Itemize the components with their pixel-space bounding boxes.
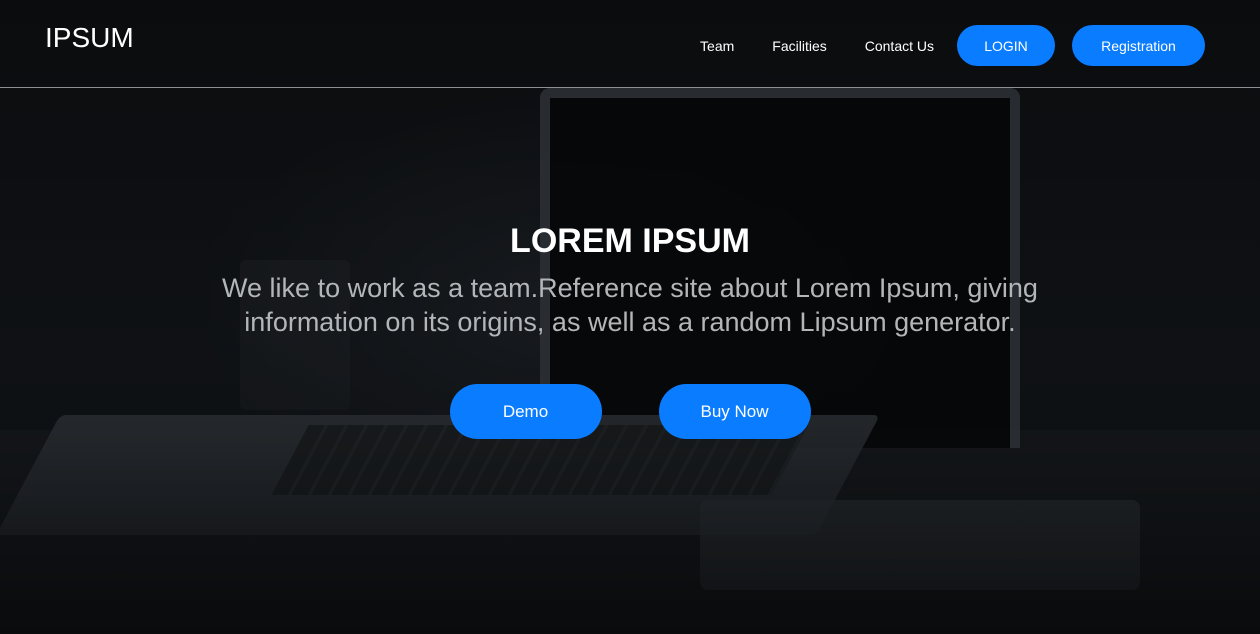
site-header: IPSUM Team Facilities Contact Us LOGIN R… (0, 0, 1260, 88)
hero-subtitle-line1: We like to work as a team.Reference site… (222, 273, 1038, 303)
nav-team[interactable]: Team (700, 38, 734, 54)
hero-cta-group: Demo Buy Now (0, 384, 1260, 439)
hero-title: LOREM IPSUM (510, 222, 750, 260)
hero-subtitle-line2: information on its origins, as well as a… (244, 307, 1016, 337)
hero-section: LOREM IPSUM We like to work as a team.Re… (0, 222, 1260, 339)
registration-button[interactable]: Registration (1072, 25, 1205, 66)
nav-contact-us[interactable]: Contact Us (865, 38, 934, 54)
main-nav: Team Facilities Contact Us LOGIN Registr… (700, 25, 1205, 66)
buy-now-button[interactable]: Buy Now (658, 384, 811, 439)
demo-button[interactable]: Demo (449, 384, 602, 439)
login-button[interactable]: LOGIN (957, 25, 1055, 66)
brand-logo[interactable]: IPSUM (45, 22, 134, 54)
nav-facilities[interactable]: Facilities (772, 38, 826, 54)
